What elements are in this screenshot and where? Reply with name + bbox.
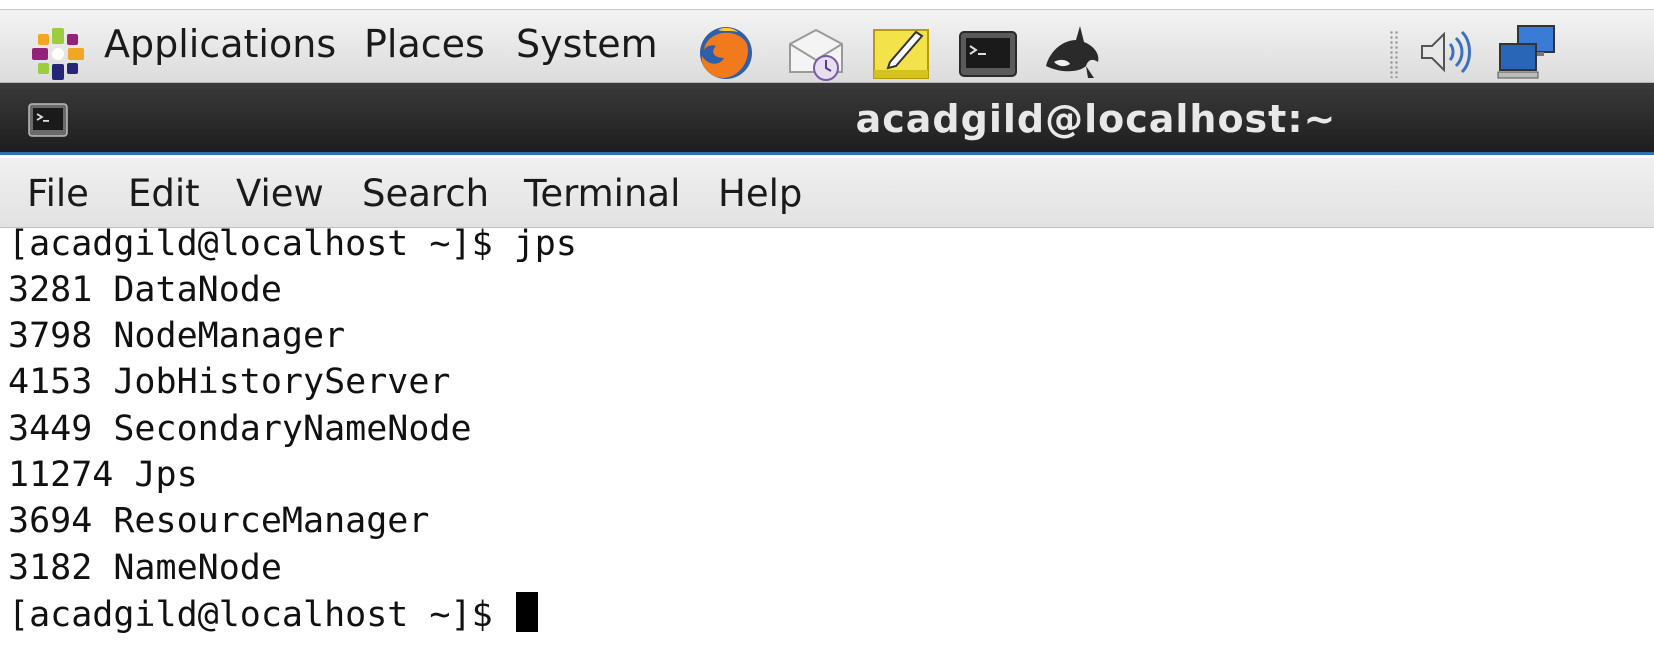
system-menu[interactable]: System — [516, 22, 658, 66]
text-cursor — [515, 592, 538, 632]
network-computers-icon[interactable] — [1496, 22, 1562, 82]
terminal-line: 3798 NodeManager — [8, 316, 346, 356]
terminal-line: 3694 ResourceManager — [8, 501, 430, 541]
applications-logo-icon[interactable] — [28, 25, 88, 83]
places-menu[interactable]: Places — [364, 22, 485, 66]
terminal-icon[interactable] — [956, 22, 1020, 82]
panel-drag-handle[interactable] — [1389, 30, 1399, 78]
window-title: acadgild@localhost:~ — [855, 97, 1337, 141]
terminal-output[interactable]: [acadgild@localhost ~]$ jps 3281 DataNod… — [0, 224, 1654, 667]
menu-view[interactable]: View — [236, 172, 324, 216]
terminal-line: 11274 Jps — [8, 455, 198, 495]
terminal-menubar: File Edit View Search Terminal Help — [0, 158, 1654, 228]
menu-search[interactable]: Search — [362, 172, 489, 216]
window-titlebar[interactable]: acadgild@localhost:~ — [0, 83, 1654, 155]
firefox-icon[interactable] — [694, 22, 758, 82]
menu-terminal[interactable]: Terminal — [524, 172, 680, 216]
menu-help[interactable]: Help — [718, 172, 802, 216]
terminal-prompt-line[interactable]: [acadgild@localhost ~]$ — [8, 592, 538, 637]
terminal-prompt: [acadgild@localhost ~]$ — [8, 595, 514, 635]
terminal-line: [acadgild@localhost ~]$ jps — [8, 224, 577, 264]
top-panel: Applications Places System — [0, 9, 1654, 83]
terminal-line: 4153 JobHistoryServer — [8, 362, 451, 402]
speaker-volume-icon[interactable] — [1414, 22, 1474, 82]
text-editor-icon[interactable] — [870, 22, 934, 82]
menu-edit[interactable]: Edit — [128, 172, 200, 216]
terminal-line: 3281 DataNode — [8, 270, 282, 310]
terminal-line: 3182 NameNode — [8, 548, 282, 588]
mail-clock-icon[interactable] — [784, 22, 848, 82]
applications-menu[interactable]: Applications — [104, 22, 336, 66]
terminal-line: 3449 SecondaryNameNode — [8, 409, 472, 449]
orca-whale-icon[interactable] — [1040, 22, 1104, 82]
menu-file[interactable]: File — [27, 172, 89, 216]
